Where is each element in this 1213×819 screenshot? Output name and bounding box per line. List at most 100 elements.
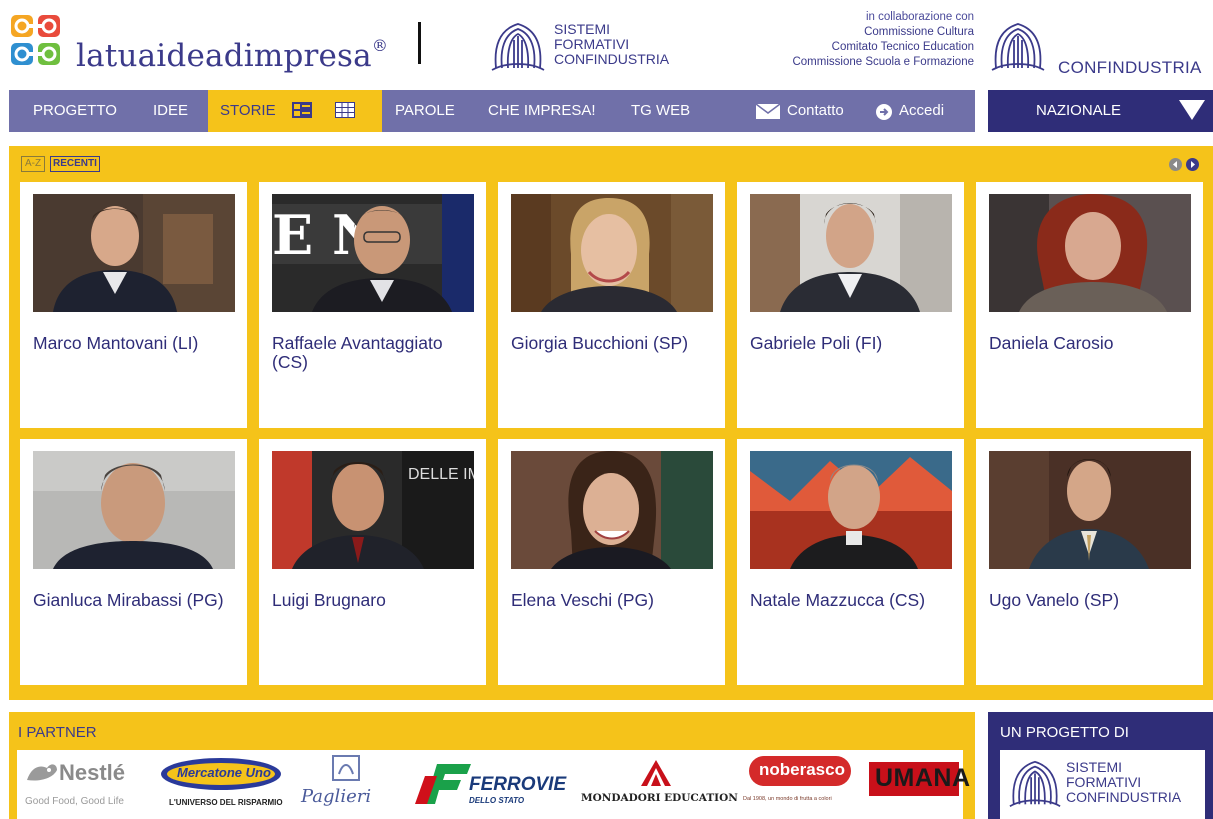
next-page-icon[interactable] — [1186, 158, 1199, 171]
project-logo-box[interactable]: SISTEMI FORMATIVI CONFINDUSTRIA — [1000, 750, 1205, 819]
dropdown-triangle-icon[interactable] — [1179, 100, 1205, 120]
story-thumbnail[interactable] — [750, 451, 952, 569]
nav-che-impresa[interactable]: CHE IMPRESA! — [488, 90, 596, 132]
svg-text:DELLE IMP: DELLE IMP — [408, 466, 474, 483]
story-thumbnail[interactable] — [989, 194, 1191, 312]
story-thumbnail[interactable] — [750, 194, 952, 312]
sort-recent-button[interactable]: RECENTI — [50, 156, 100, 172]
story-thumbnail[interactable]: DELLE IMP — [272, 451, 474, 569]
story-name[interactable]: Raffaele Avantaggiato (CS) — [272, 334, 477, 372]
site-logo-icon[interactable] — [10, 12, 66, 72]
site-logo-text[interactable]: latuaideadimpresa® — [76, 36, 389, 74]
nav-tg-web[interactable]: TG WEB — [631, 90, 690, 132]
partners-title: I PARTNER — [18, 724, 97, 741]
nav-idee[interactable]: IDEE — [153, 90, 188, 132]
project-line-3: CONFINDUSTRIA — [1066, 789, 1182, 805]
story-card[interactable]: Natale Mazzucca (CS) — [737, 439, 964, 685]
story-card[interactable]: Giorgia Bucchioni (SP) — [498, 182, 725, 428]
confindustria-emblem-icon[interactable] — [988, 18, 1048, 76]
sfc-line-1: SISTEMI — [554, 21, 611, 37]
login-arrow-icon[interactable] — [876, 104, 892, 120]
partner-nestle[interactable]: Nestlé Good Food, Good Life — [23, 756, 143, 814]
sfc-line-3: CONFINDUSTRIA — [554, 51, 670, 67]
logo-divider — [418, 22, 421, 64]
project-by-section: UN PROGETTO DI SISTEMI FORMATIVI CONFIND… — [988, 712, 1213, 819]
noberasco-tagline: Dal 1908, un mondo di frutta a colori — [743, 796, 832, 802]
mercatone-wordmark: Mercatone Uno — [177, 765, 271, 780]
partners-section: I PARTNER Nestlé Good Food, Good Life Me… — [9, 712, 975, 819]
story-card[interactable]: Ugo Vanelo (SP) — [976, 439, 1203, 685]
story-card[interactable]: Daniela Carosio — [976, 182, 1203, 428]
story-thumbnail[interactable] — [511, 194, 713, 312]
story-card[interactable]: Marco Mantovani (LI) — [20, 182, 247, 428]
story-thumbnail[interactable] — [33, 451, 235, 569]
nav-contatto[interactable]: Contatto — [787, 90, 844, 132]
nav-parole[interactable]: PAROLE — [395, 90, 455, 132]
story-name[interactable]: Luigi Brugnaro — [272, 591, 477, 610]
story-name[interactable]: Gianluca Mirabassi (PG) — [33, 591, 238, 610]
nestle-wordmark: Nestlé — [59, 760, 126, 785]
prev-page-icon[interactable] — [1169, 158, 1182, 171]
stories-gallery: A-Z RECENTI Marco Mantovani (LI) E N Raf… — [9, 146, 1213, 700]
sort-az-button[interactable]: A-Z — [21, 156, 45, 172]
nav-storie[interactable]: STORIE — [208, 90, 382, 132]
story-name[interactable]: Elena Veschi (PG) — [511, 591, 716, 610]
registered-mark: ® — [371, 36, 389, 55]
story-thumbnail[interactable]: E N — [272, 194, 474, 312]
partner-noberasco[interactable]: noberasco Dal 1908, un mondo di frutta a… — [743, 756, 859, 812]
ferrovie-fs-icon — [415, 764, 471, 804]
project-line-2: FORMATIVI — [1066, 774, 1142, 790]
collab-line-3: Comitato Tecnico Education — [831, 41, 974, 53]
envelope-icon[interactable] — [756, 104, 780, 119]
nestle-tagline: Good Food, Good Life — [25, 796, 124, 807]
list-view-icon[interactable] — [292, 102, 312, 118]
partner-paglieri[interactable]: Paglieri — [297, 754, 397, 814]
nav-storie-label: STORIE — [220, 102, 276, 119]
story-card[interactable]: Gabriele Poli (FI) — [737, 182, 964, 428]
collab-line-2: Commissione Cultura — [864, 26, 974, 38]
collab-line-4: Commissione Scuola e Formazione — [792, 56, 974, 68]
mercatone-tagline: L'UNIVERSO DEL RISPARMIO — [169, 798, 283, 807]
page: latuaideadimpresa® SISTEMI FORMATIVI CON… — [0, 0, 1213, 819]
paglieri-emblem-icon — [332, 755, 360, 781]
stories-grid: Marco Mantovani (LI) E N Raffaele Avanta… — [20, 182, 1203, 687]
region-label: NAZIONALE — [1036, 102, 1122, 119]
story-card[interactable]: E N Raffaele Avantaggiato (CS) — [259, 182, 486, 428]
sistemi-formativi-footer-emblem-icon — [1009, 760, 1061, 807]
story-name[interactable]: Natale Mazzucca (CS) — [750, 591, 955, 610]
story-card[interactable]: DELLE IMP Luigi Brugnaro — [259, 439, 486, 685]
mondadori-rose-icon — [641, 760, 671, 786]
story-name[interactable]: Giorgia Bucchioni (SP) — [511, 334, 716, 353]
story-card[interactable]: Elena Veschi (PG) — [498, 439, 725, 685]
grid-view-icon[interactable] — [335, 102, 355, 118]
ferrovie-tagline: DELLO STATO — [469, 796, 525, 805]
noberasco-wordmark: noberasco — [759, 760, 845, 779]
ferrovie-wordmark: FERROVIE — [469, 774, 567, 795]
story-name[interactable]: Gabriele Poli (FI) — [750, 334, 955, 353]
nav-progetto[interactable]: PROGETTO — [33, 90, 117, 132]
sfc-line-2: FORMATIVI — [554, 36, 630, 52]
story-name[interactable]: Marco Mantovani (LI) — [33, 334, 238, 353]
partner-mondadori[interactable]: MONDADORI EDUCATION — [581, 758, 741, 810]
story-name[interactable]: Ugo Vanelo (SP) — [989, 591, 1194, 610]
sistemi-formativi-label: SISTEMI FORMATIVI CONFINDUSTRIA — [554, 22, 669, 67]
story-name[interactable]: Daniela Carosio — [989, 334, 1194, 353]
paglieri-wordmark: Paglieri — [301, 786, 372, 807]
story-card[interactable]: Gianluca Mirabassi (PG) — [20, 439, 247, 685]
story-thumbnail[interactable] — [511, 451, 713, 569]
header: latuaideadimpresa® SISTEMI FORMATIVI CON… — [0, 0, 1213, 88]
umana-wordmark: UMANA — [875, 764, 971, 792]
confindustria-label[interactable]: CONFINDUSTRIA — [1058, 58, 1202, 78]
nav-accedi[interactable]: Accedi — [899, 90, 944, 132]
partner-mercatone-uno[interactable]: Mercatone Uno L'UNIVERSO DEL RISPARMIO — [155, 756, 285, 814]
nestle-birds-icon — [27, 764, 57, 781]
story-thumbnail[interactable] — [33, 194, 235, 312]
collaboration-note: in collaborazione con Commissione Cultur… — [792, 10, 974, 70]
mondadori-wordmark: MONDADORI EDUCATION — [581, 792, 738, 804]
partner-umana[interactable]: UMANA — [869, 762, 970, 796]
main-nav: PROGETTO IDEE STORIE PAROLE CHE IMPRESA!… — [9, 90, 975, 132]
story-thumbnail[interactable] — [989, 451, 1191, 569]
project-logo-text: SISTEMI FORMATIVI CONFINDUSTRIA — [1066, 760, 1181, 805]
partner-ferrovie[interactable]: FERROVIE DELLO STATO — [415, 760, 575, 810]
region-selector[interactable]: NAZIONALE — [988, 90, 1213, 132]
